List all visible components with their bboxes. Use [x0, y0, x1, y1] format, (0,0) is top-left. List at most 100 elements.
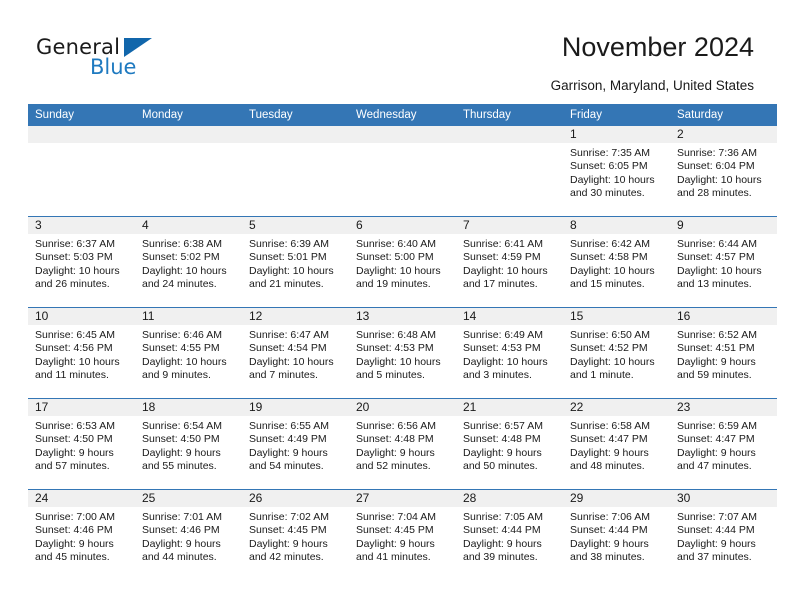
calendar-day-cell[interactable]: 7 Sunrise: 6:41 AM Sunset: 4:59 PM Daylight… [456, 216, 563, 308]
calendar-week-row: 17 Sunrise: 6:53 AM Sunset: 4:50 PM Dayligh… [28, 398, 777, 490]
daylight-duration-line1: Daylight: 10 hours [35, 264, 120, 277]
calendar-day-cell[interactable]: 21 Sunrise: 6:57 AM Sunset: 4:48 PM Dayligh… [456, 398, 563, 490]
calendar-day-cell[interactable]: 3 Sunrise: 6:37 AM Sunset: 5:03 PM Daylight… [28, 216, 135, 308]
calendar-day-cell[interactable]: 26 Sunrise: 7:02 AM Sunset: 4:45 PM Dayligh… [242, 489, 349, 580]
sunset-time: Sunset: 4:48 PM [463, 433, 541, 446]
calendar-grid: Sunday Monday Tuesday Wednesday Thursday… [28, 104, 777, 580]
daylight-duration-line2: and 37 minutes. [677, 551, 752, 564]
calendar-day-cell[interactable]: 4 Sunrise: 6:38 AM Sunset: 5:02 PM Daylight… [135, 216, 242, 308]
calendar-day-cell[interactable]: 30 Sunrise: 7:07 AM Sunset: 4:44 PM Dayligh… [670, 489, 777, 580]
day-number [456, 126, 563, 143]
daylight-duration-line2: and 13 minutes. [677, 278, 752, 291]
day-details: Sunrise: 6:40 AM Sunset: 5:00 PM Daylight:… [349, 234, 456, 292]
sunrise-time: Sunrise: 6:38 AM [142, 238, 222, 250]
brand-name-blue: Blue [90, 55, 137, 79]
calendar-cell-empty [349, 126, 456, 217]
day-number: 30 [670, 490, 777, 507]
calendar-day-cell[interactable]: 29 Sunrise: 7:06 AM Sunset: 4:44 PM Dayligh… [563, 489, 670, 580]
sunset-time: Sunset: 4:50 PM [35, 433, 113, 446]
calendar-day-cell[interactable]: 2 Sunrise: 7:36 AM Sunset: 6:04 PM Daylight… [670, 126, 777, 217]
calendar-day-cell[interactable]: 9 Sunrise: 6:44 AM Sunset: 4:57 PM Daylight… [670, 216, 777, 308]
day-details: Sunrise: 7:05 AM Sunset: 4:44 PM Daylight:… [456, 507, 563, 565]
sunrise-time: Sunrise: 6:37 AM [35, 238, 115, 250]
daylight-duration-line2: and 45 minutes. [35, 551, 110, 564]
sunset-time: Sunset: 4:47 PM [677, 433, 755, 446]
calendar-day-cell[interactable]: 16 Sunrise: 6:52 AM Sunset: 4:51 PM Dayligh… [670, 307, 777, 399]
calendar-day-cell[interactable]: 18 Sunrise: 6:54 AM Sunset: 4:50 PM Dayligh… [135, 398, 242, 490]
daylight-duration-line1: Daylight: 9 hours [463, 446, 542, 459]
calendar-day-cell[interactable]: 13 Sunrise: 6:48 AM Sunset: 4:53 PM Dayligh… [349, 307, 456, 399]
daylight-duration-line1: Daylight: 9 hours [356, 446, 435, 459]
day-number: 2 [670, 126, 777, 143]
day-number: 6 [349, 217, 456, 234]
day-number: 12 [242, 308, 349, 325]
sunrise-time: Sunrise: 6:54 AM [142, 420, 222, 432]
sunrise-time: Sunrise: 7:35 AM [570, 147, 650, 159]
brand-logo[interactable]: General Blue [36, 36, 166, 84]
day-number: 27 [349, 490, 456, 507]
day-number: 22 [563, 399, 670, 416]
calendar-day-cell[interactable]: 19 Sunrise: 6:55 AM Sunset: 4:49 PM Dayligh… [242, 398, 349, 490]
sunset-time: Sunset: 6:04 PM [677, 160, 755, 173]
sunset-time: Sunset: 4:54 PM [249, 342, 327, 355]
calendar-day-cell[interactable]: 10 Sunrise: 6:45 AM Sunset: 4:56 PM Dayligh… [28, 307, 135, 399]
calendar-day-cell[interactable]: 23 Sunrise: 6:59 AM Sunset: 4:47 PM Dayligh… [670, 398, 777, 490]
sunrise-time: Sunrise: 6:58 AM [570, 420, 650, 432]
daylight-duration-line2: and 3 minutes. [463, 369, 532, 382]
daylight-duration-line1: Daylight: 9 hours [249, 446, 328, 459]
calendar-day-cell[interactable]: 24 Sunrise: 7:00 AM Sunset: 4:46 PM Dayligh… [28, 489, 135, 580]
calendar-day-cell[interactable]: 8 Sunrise: 6:42 AM Sunset: 4:58 PM Daylight… [563, 216, 670, 308]
calendar-day-cell[interactable]: 14 Sunrise: 6:49 AM Sunset: 4:53 PM Dayligh… [456, 307, 563, 399]
daylight-duration-line2: and 54 minutes. [249, 460, 324, 473]
calendar-day-cell[interactable]: 27 Sunrise: 7:04 AM Sunset: 4:45 PM Dayligh… [349, 489, 456, 580]
sunrise-time: Sunrise: 6:46 AM [142, 329, 222, 341]
sunrise-time: Sunrise: 6:50 AM [570, 329, 650, 341]
day-number: 21 [456, 399, 563, 416]
day-details [349, 143, 456, 148]
sunset-time: Sunset: 4:59 PM [463, 251, 541, 264]
daylight-duration-line1: Daylight: 9 hours [35, 537, 114, 550]
day-details: Sunrise: 6:44 AM Sunset: 4:57 PM Daylight:… [670, 234, 777, 292]
daylight-duration-line2: and 24 minutes. [142, 278, 217, 291]
day-details: Sunrise: 6:47 AM Sunset: 4:54 PM Daylight:… [242, 325, 349, 383]
calendar-day-cell[interactable]: 25 Sunrise: 7:01 AM Sunset: 4:46 PM Dayligh… [135, 489, 242, 580]
daylight-duration-line1: Daylight: 9 hours [463, 537, 542, 550]
daylight-duration-line1: Daylight: 10 hours [356, 355, 441, 368]
sunrise-time: Sunrise: 6:40 AM [356, 238, 436, 250]
calendar-day-cell[interactable]: 17 Sunrise: 6:53 AM Sunset: 4:50 PM Dayligh… [28, 398, 135, 490]
daylight-duration-line1: Daylight: 9 hours [677, 446, 756, 459]
sunrise-time: Sunrise: 6:44 AM [677, 238, 757, 250]
sunset-time: Sunset: 4:45 PM [356, 524, 434, 537]
calendar-day-cell[interactable]: 11 Sunrise: 6:46 AM Sunset: 4:55 PM Dayligh… [135, 307, 242, 399]
calendar-day-cell[interactable]: 5 Sunrise: 6:39 AM Sunset: 5:01 PM Daylight… [242, 216, 349, 308]
day-details: Sunrise: 6:54 AM Sunset: 4:50 PM Daylight:… [135, 416, 242, 474]
day-number [349, 126, 456, 143]
daylight-duration-line2: and 5 minutes. [356, 369, 425, 382]
day-number: 1 [563, 126, 670, 143]
sunset-time: Sunset: 6:05 PM [570, 160, 648, 173]
daylight-duration-line2: and 11 minutes. [35, 369, 109, 382]
sunrise-time: Sunrise: 6:45 AM [35, 329, 115, 341]
daylight-duration-line1: Daylight: 9 hours [35, 446, 114, 459]
daylight-duration-line1: Daylight: 10 hours [142, 264, 227, 277]
day-details: Sunrise: 6:38 AM Sunset: 5:02 PM Daylight:… [135, 234, 242, 292]
calendar-day-cell[interactable]: 15 Sunrise: 6:50 AM Sunset: 4:52 PM Dayligh… [563, 307, 670, 399]
daylight-duration-line2: and 44 minutes. [142, 551, 217, 564]
weekday-header-row: Sunday Monday Tuesday Wednesday Thursday… [28, 104, 777, 126]
calendar-day-cell[interactable]: 20 Sunrise: 6:56 AM Sunset: 4:48 PM Dayligh… [349, 398, 456, 490]
day-details: Sunrise: 6:53 AM Sunset: 4:50 PM Daylight:… [28, 416, 135, 474]
calendar-day-cell[interactable]: 28 Sunrise: 7:05 AM Sunset: 4:44 PM Dayligh… [456, 489, 563, 580]
calendar-day-cell[interactable]: 22 Sunrise: 6:58 AM Sunset: 4:47 PM Dayligh… [563, 398, 670, 490]
day-details: Sunrise: 7:06 AM Sunset: 4:44 PM Daylight:… [563, 507, 670, 565]
day-number: 20 [349, 399, 456, 416]
sunrise-time: Sunrise: 6:53 AM [35, 420, 115, 432]
sunrise-time: Sunrise: 6:49 AM [463, 329, 543, 341]
daylight-duration-line2: and 39 minutes. [463, 551, 538, 564]
calendar-day-cell[interactable]: 1 Sunrise: 7:35 AM Sunset: 6:05 PM Daylight… [563, 126, 670, 217]
calendar-day-cell[interactable]: 12 Sunrise: 6:47 AM Sunset: 4:54 PM Dayligh… [242, 307, 349, 399]
calendar-day-cell[interactable]: 6 Sunrise: 6:40 AM Sunset: 5:00 PM Daylight… [349, 216, 456, 308]
day-details: Sunrise: 6:45 AM Sunset: 4:56 PM Daylight:… [28, 325, 135, 383]
daylight-duration-line2: and 17 minutes. [463, 278, 538, 291]
sunrise-time: Sunrise: 7:07 AM [677, 511, 757, 523]
daylight-duration-line2: and 52 minutes. [356, 460, 431, 473]
